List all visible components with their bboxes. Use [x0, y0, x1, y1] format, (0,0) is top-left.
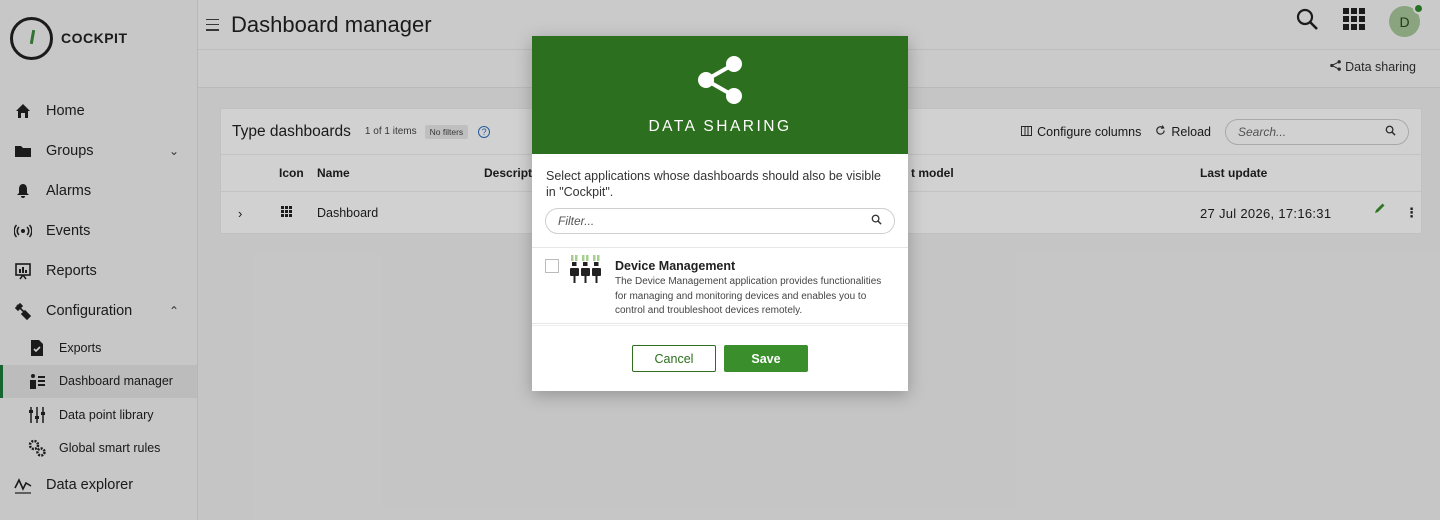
modal-header: DATA SHARING: [532, 36, 908, 154]
app-description: The Device Management application provid…: [615, 276, 882, 316]
modal-description: Select applications whose dashboards sho…: [546, 169, 881, 199]
share-icon: [697, 55, 743, 110]
save-button[interactable]: Save: [724, 345, 808, 372]
filter-input[interactable]: Filter...: [545, 208, 895, 234]
modal-title: DATA SHARING: [648, 117, 792, 135]
data-sharing-modal: DATA SHARING Select applications whose d…: [532, 36, 908, 391]
list-item[interactable]: Device Management The Device Management …: [532, 247, 908, 324]
app-checkbox[interactable]: [545, 259, 559, 273]
app-name: Device Management: [615, 259, 736, 273]
cancel-button[interactable]: Cancel: [632, 345, 716, 372]
device-management-icon: [570, 254, 602, 284]
modal-footer: Cancel Save: [532, 325, 908, 391]
search-icon: [871, 214, 882, 228]
filter-placeholder: Filter...: [558, 214, 595, 228]
